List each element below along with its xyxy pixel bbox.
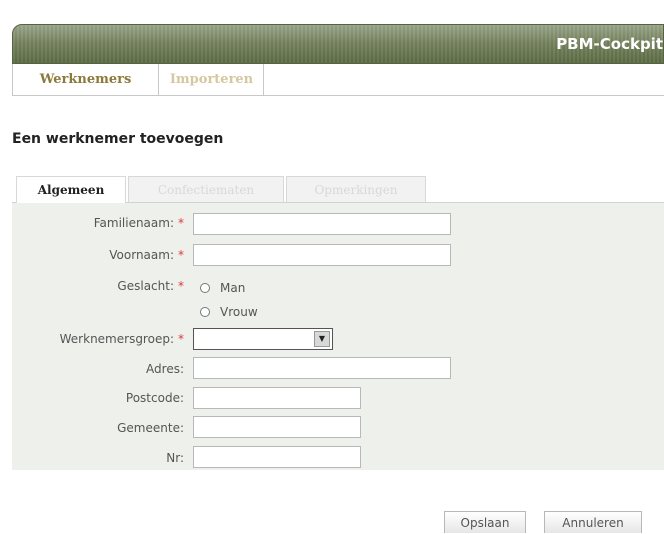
main-tab-bar: Werknemers Importeren bbox=[12, 64, 664, 96]
voornaam-input[interactable] bbox=[193, 244, 451, 266]
tab-importeren[interactable]: Importeren bbox=[160, 64, 264, 95]
nr-label: Nr: bbox=[166, 451, 184, 465]
radio-man[interactable] bbox=[200, 283, 210, 293]
adres-label: Adres: bbox=[146, 362, 184, 376]
radio-man-label: Man bbox=[220, 281, 246, 295]
page-title: Een werknemer toevoegen bbox=[12, 131, 224, 147]
postcode-label: Postcode: bbox=[126, 391, 184, 405]
radio-vrouw-label: Vrouw bbox=[220, 305, 258, 319]
geslacht-option-vrouw[interactable]: Vrouw bbox=[200, 305, 258, 319]
radio-vrouw[interactable] bbox=[200, 307, 210, 317]
werknemersgroep-label-text: Werknemersgroep: bbox=[59, 332, 174, 346]
gemeente-input[interactable] bbox=[193, 416, 361, 438]
geslacht-option-man[interactable]: Man bbox=[200, 281, 245, 295]
tab-opmerkingen[interactable]: Opmerkingen bbox=[286, 176, 426, 202]
required-marker: * bbox=[178, 216, 184, 230]
werknemersgroep-select[interactable]: ▼ bbox=[193, 328, 333, 350]
tab-algemeen[interactable]: Algemeen bbox=[16, 176, 126, 203]
app-header-bar: PBM-Cockpit bbox=[12, 24, 664, 64]
voornaam-label: Voornaam: * bbox=[109, 248, 184, 262]
required-marker: * bbox=[178, 248, 184, 262]
adres-input[interactable] bbox=[193, 357, 451, 379]
nr-label-text: Nr: bbox=[166, 451, 184, 465]
required-marker: * bbox=[178, 279, 184, 293]
familienaam-label-text: Familienaam: bbox=[93, 216, 174, 230]
postcode-input[interactable] bbox=[193, 387, 361, 409]
geslacht-label-text: Geslacht: bbox=[117, 279, 174, 293]
required-marker: * bbox=[178, 332, 184, 346]
geslacht-label: Geslacht: * bbox=[117, 279, 184, 293]
chevron-down-icon[interactable]: ▼ bbox=[314, 331, 330, 347]
gemeente-label: Gemeente: bbox=[117, 421, 184, 435]
tab-werknemers[interactable]: Werknemers bbox=[13, 64, 159, 95]
voornaam-label-text: Voornaam: bbox=[109, 248, 174, 262]
familienaam-label: Familienaam: * bbox=[94, 216, 184, 230]
postcode-label-text: Postcode: bbox=[125, 391, 184, 405]
adres-label-text: Adres: bbox=[146, 362, 184, 376]
nr-input[interactable] bbox=[193, 446, 361, 468]
tab-confectiematen[interactable]: Confectiematen bbox=[128, 176, 284, 202]
werknemersgroep-label: Werknemersgroep: * bbox=[60, 332, 184, 346]
gemeente-label-text: Gemeente: bbox=[117, 421, 184, 435]
app-title: PBM-Cockpit bbox=[556, 35, 663, 53]
familienaam-input[interactable] bbox=[193, 213, 451, 235]
